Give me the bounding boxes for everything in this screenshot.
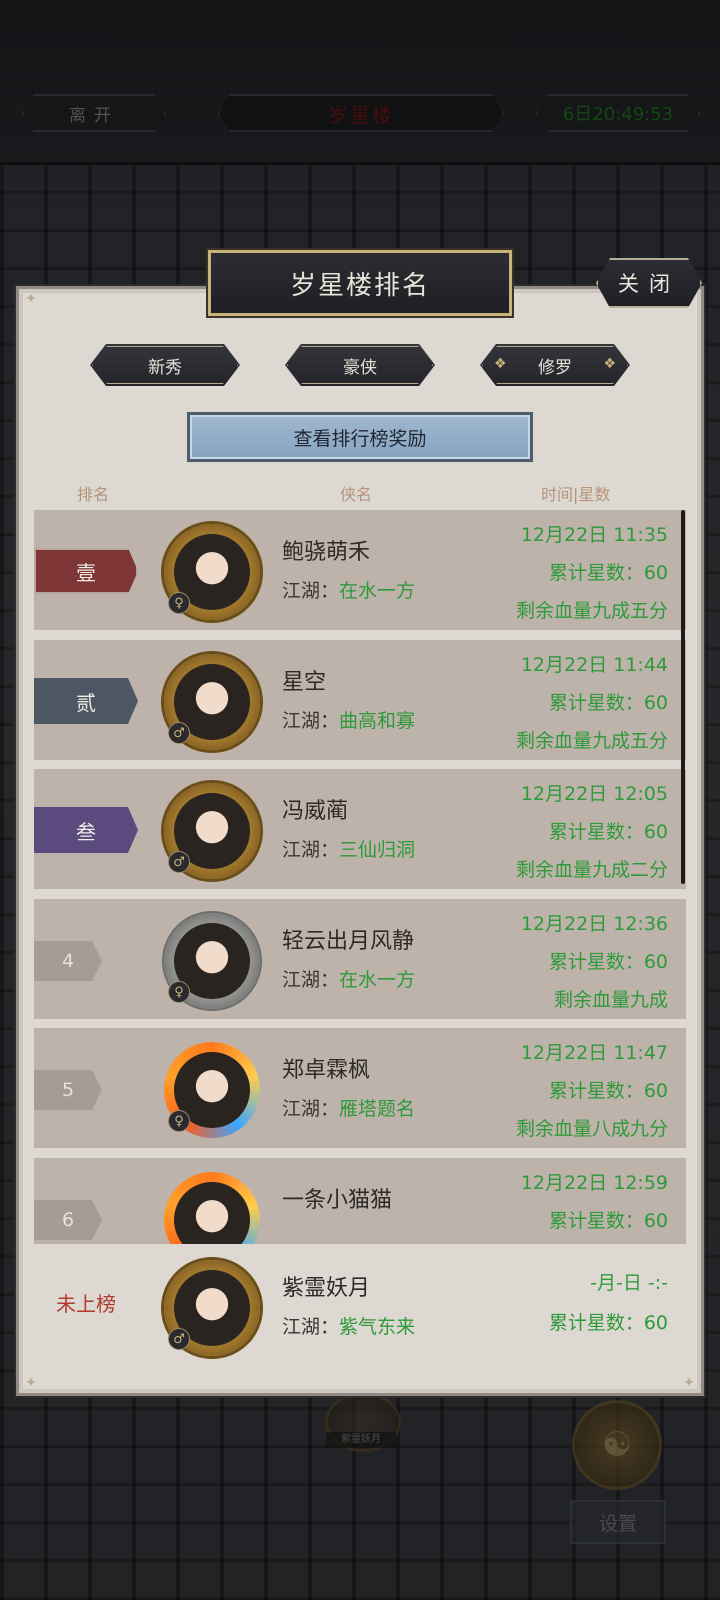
- tab-label: 新秀: [148, 357, 182, 378]
- list-scrollbar[interactable]: [681, 510, 685, 884]
- player-name: 冯威蔺: [282, 799, 349, 824]
- player-name: 一条小猫猫: [282, 1188, 393, 1213]
- ornament-icon: ❖: [603, 356, 616, 372]
- ornament-icon: ❖: [494, 356, 507, 372]
- ranking-row[interactable]: 5 ♀ 郑卓霖枫 江湖：雁塔题名 12月22日 11:47 累计星数：60 剩余…: [34, 1028, 686, 1148]
- player-avatar[interactable]: ♀: [164, 913, 260, 1009]
- corner-ornament-icon: ✦: [25, 291, 37, 307]
- female-icon: ♀: [168, 592, 190, 614]
- column-header-name: 侠名: [340, 485, 373, 504]
- star-count: 累计星数：60: [548, 1312, 668, 1334]
- ranking-row[interactable]: 叁 ♂ 冯威蔺 江湖：三仙归洞 12月22日 12:05 累计星数：60 剩余血…: [34, 769, 686, 889]
- tab-label: 修罗: [538, 357, 572, 378]
- view-rewards-button[interactable]: 查看排行榜奖励: [187, 412, 533, 462]
- gang-name: 曲高和寡: [339, 710, 416, 732]
- finish-time: 12月22日 11:47: [520, 1042, 668, 1064]
- ranking-row[interactable]: 4 ♀ 轻云出月风静 江湖：在水一方 12月22日 12:36 累计星数：60 …: [34, 899, 686, 1019]
- player-name: 郑卓霖枫: [282, 1058, 371, 1083]
- gang-info: 江湖：紫气东来: [282, 1312, 415, 1339]
- player-avatar[interactable]: ♂: [164, 1260, 260, 1356]
- ranking-row[interactable]: 壹 ♀ 鲍骁萌禾 江湖：在水一方 12月22日 11:35 累计星数：60 剩余…: [34, 510, 686, 630]
- gang-name: 在水一方: [339, 969, 416, 991]
- finish-time: 12月22日 12:36: [520, 913, 668, 935]
- male-icon: ♂: [168, 722, 190, 744]
- player-avatar[interactable]: ♂: [164, 783, 260, 879]
- ranking-list[interactable]: 壹 ♀ 鲍骁萌禾 江湖：在水一方 12月22日 11:35 累计星数：60 剩余…: [34, 510, 686, 1244]
- column-header-time: 时间|星数: [541, 485, 611, 504]
- female-icon: ♀: [168, 1110, 190, 1132]
- player-name: 星空: [282, 670, 327, 695]
- gang-info: 江湖：在水一方: [282, 576, 415, 603]
- gang-label: 江湖：: [282, 1098, 340, 1120]
- finish-time: -月-日 -:-: [590, 1272, 668, 1294]
- gang-name: 在水一方: [339, 580, 416, 602]
- self-ranking-row[interactable]: 未上榜 ♂ 紫霊妖月 江湖：紫气东来 -月-日 -:- 累计星数：60: [34, 1246, 686, 1366]
- gang-info: 江湖：曲高和寡: [282, 706, 415, 733]
- gang-info: 江湖：在水一方: [282, 965, 415, 992]
- rank-badge: 壹: [34, 548, 138, 594]
- remaining-hp: 剩余血量八成九分: [515, 1118, 668, 1140]
- star-count: 累计星数：60: [548, 821, 668, 843]
- male-icon: ♂: [168, 1328, 190, 1350]
- gang-label: 江湖：: [282, 969, 340, 991]
- ranking-row[interactable]: 6 一条小猫猫 12月22日 12:59 累计星数：60: [34, 1158, 686, 1244]
- player-name: 紫霊妖月: [282, 1276, 371, 1301]
- rank-number: 5: [34, 1070, 102, 1110]
- rank-number: 6: [34, 1200, 102, 1240]
- rank-badge: 贰: [34, 678, 138, 724]
- gang-info: 江湖：雁塔题名: [282, 1094, 415, 1121]
- star-count: 累计星数：60: [548, 1080, 668, 1102]
- column-header-rank: 排名: [77, 485, 110, 504]
- gang-label: 江湖：: [282, 839, 340, 861]
- gang-name: 紫气东来: [339, 1316, 416, 1338]
- ranking-row[interactable]: 贰 ♂ 星空 江湖：曲高和寡 12月22日 11:44 累计星数：60 剩余血量…: [34, 640, 686, 760]
- star-count: 累计星数：60: [548, 1210, 668, 1232]
- player-avatar[interactable]: ♀: [164, 1042, 260, 1138]
- female-icon: ♀: [168, 981, 190, 1003]
- close-button[interactable]: 关闭: [596, 258, 702, 308]
- panel-title: 岁星楼排名: [208, 250, 512, 316]
- corner-ornament-icon: ✦: [683, 1375, 695, 1391]
- finish-time: 12月22日 11:44: [520, 654, 668, 676]
- remaining-hp: 剩余血量九成五分: [515, 730, 668, 752]
- finish-time: 12月22日 12:05: [520, 783, 668, 805]
- player-avatar[interactable]: ♂: [164, 654, 260, 750]
- player-avatar[interactable]: ♀: [164, 524, 260, 620]
- male-icon: ♂: [168, 851, 190, 873]
- tab-shura[interactable]: ❖ 修罗 ❖: [480, 344, 630, 386]
- remaining-hp: 剩余血量九成五分: [515, 600, 668, 622]
- gang-label: 江湖：: [282, 710, 340, 732]
- remaining-hp: 剩余血量九成二分: [515, 859, 668, 881]
- gang-name: 三仙归洞: [339, 839, 416, 861]
- star-count: 累计星数：60: [548, 562, 668, 584]
- rank-badge: 叁: [34, 807, 138, 853]
- gang-info: 江湖：三仙归洞: [282, 835, 415, 862]
- player-name: 鲍骁萌禾: [282, 540, 371, 565]
- tab-hero[interactable]: 豪侠: [285, 344, 435, 386]
- gang-label: 江湖：: [282, 1316, 340, 1338]
- corner-ornament-icon: ✦: [25, 1375, 37, 1391]
- rank-number: 4: [34, 941, 102, 981]
- gang-name: 雁塔题名: [339, 1098, 416, 1120]
- finish-time: 12月22日 11:35: [520, 524, 668, 546]
- not-ranked-label: 未上榜: [56, 1292, 116, 1316]
- tab-newcomer[interactable]: 新秀: [90, 344, 240, 386]
- finish-time: 12月22日 12:59: [520, 1172, 668, 1194]
- star-count: 累计星数：60: [548, 951, 668, 973]
- star-count: 累计星数：60: [548, 692, 668, 714]
- gang-label: 江湖：: [282, 580, 340, 602]
- remaining-hp: 剩余血量九成: [553, 989, 668, 1011]
- avatar-portrait: [174, 1182, 250, 1244]
- player-avatar[interactable]: [164, 1172, 260, 1244]
- tab-label: 豪侠: [343, 357, 377, 378]
- player-name: 轻云出月风静: [282, 929, 415, 954]
